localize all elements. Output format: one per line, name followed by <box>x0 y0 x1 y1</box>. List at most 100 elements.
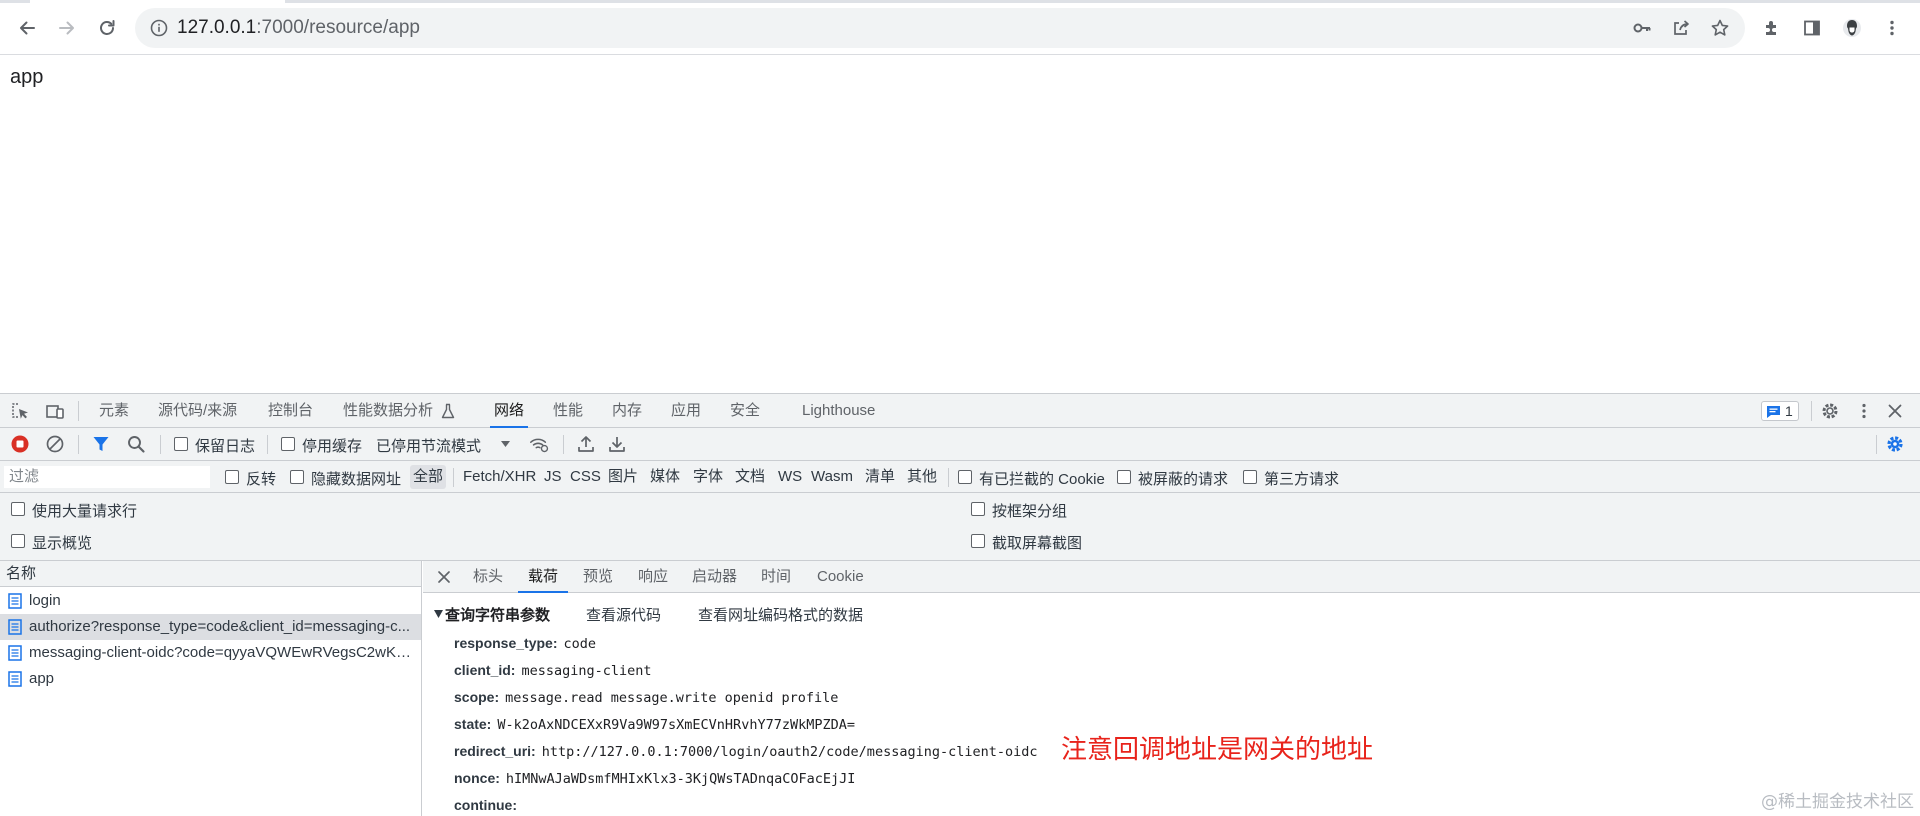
tab-preview[interactable]: 预览 <box>583 561 613 593</box>
issues-badge[interactable]: 1 <box>1761 401 1799 421</box>
tab-sources[interactable]: 源代码/来源 <box>158 394 237 428</box>
param-row: scope: message.read message.write openid … <box>454 686 838 708</box>
preserve-log-label: 保留日志 <box>195 435 255 456</box>
type-filter-ws[interactable]: WS <box>775 465 805 489</box>
tab-memory[interactable]: 内存 <box>612 394 642 428</box>
extensions-icon[interactable] <box>1756 12 1788 44</box>
type-filter-js[interactable]: JS <box>541 465 565 489</box>
type-filter-media[interactable]: 媒体 <box>647 465 683 489</box>
request-row-login[interactable]: login <box>0 588 421 614</box>
side-panel-icon[interactable] <box>1796 12 1828 44</box>
query-string-section-title[interactable]: 查询字符串参数 <box>445 604 550 625</box>
name-column-header[interactable]: 名称 <box>0 561 421 587</box>
close-detail-icon[interactable] <box>433 566 455 588</box>
type-filter-fetch-xhr[interactable]: Fetch/XHR <box>460 465 539 489</box>
request-name: login <box>29 588 413 614</box>
tab-console[interactable]: 控制台 <box>268 394 313 428</box>
star-icon[interactable] <box>1710 18 1730 38</box>
divider <box>453 468 454 487</box>
more-options-icon[interactable] <box>1853 400 1875 422</box>
devtools-panel: 元素 源代码/来源 控制台 性能数据分析 网络 性能 内存 应用 安全 Ligh… <box>0 393 1920 816</box>
type-filter-other[interactable]: 其他 <box>904 465 940 489</box>
forward-icon[interactable] <box>51 12 83 44</box>
tab-payload[interactable]: 载荷 <box>528 561 558 593</box>
address-bar[interactable]: 127.0.0.1:7000/resource/app <box>135 8 1745 48</box>
param-key: scope: <box>454 689 499 705</box>
tab-network[interactable]: 网络 <box>494 394 524 428</box>
group-by-frame-checkbox[interactable] <box>971 502 985 516</box>
view-url-encoded-link[interactable]: 查看网址编码格式的数据 <box>698 604 863 625</box>
view-source-link[interactable]: 查看源代码 <box>586 604 661 625</box>
network-conditions-icon[interactable] <box>528 433 550 455</box>
document-icon <box>8 619 22 635</box>
capture-screenshots-checkbox[interactable] <box>971 534 985 548</box>
share-icon[interactable] <box>1671 18 1691 38</box>
url-text[interactable]: 127.0.0.1:7000/resource/app <box>177 17 420 39</box>
key-icon[interactable] <box>1632 18 1652 38</box>
tab-security[interactable]: 安全 <box>730 394 760 428</box>
blocked-cookies-checkbox[interactable] <box>958 470 972 484</box>
type-filter-doc[interactable]: 文档 <box>732 465 768 489</box>
url-path: :7000/resource/app <box>256 17 420 38</box>
show-overview-checkbox[interactable] <box>11 534 25 548</box>
tab-lighthouse[interactable]: Lighthouse <box>802 394 875 428</box>
param-row: client_id:messaging-client <box>454 659 652 681</box>
third-party-checkbox[interactable] <box>1243 470 1257 484</box>
type-filter-font[interactable]: 字体 <box>690 465 726 489</box>
device-toolbar-icon[interactable] <box>44 400 66 422</box>
param-value: message.read message.write openid profil… <box>505 690 838 706</box>
tab-response[interactable]: 响应 <box>638 561 668 593</box>
page-content: app <box>0 56 1920 393</box>
preserve-log-checkbox[interactable] <box>174 437 188 451</box>
avatar[interactable] <box>1836 12 1868 44</box>
triangle-expand-icon[interactable] <box>434 610 443 618</box>
info-icon[interactable] <box>149 18 169 38</box>
request-name: app <box>29 666 413 692</box>
throttling-select[interactable]: 已停用节流模式 <box>376 435 481 456</box>
close-devtools-icon[interactable] <box>1884 400 1906 422</box>
network-settings-gear-icon[interactable] <box>1884 433 1906 455</box>
hide-data-urls-checkbox[interactable] <box>290 470 304 484</box>
chevron-down-icon[interactable] <box>500 440 511 448</box>
type-filter-manifest[interactable]: 清单 <box>862 465 898 489</box>
disable-cache-checkbox[interactable] <box>281 437 295 451</box>
blocked-requests-checkbox[interactable] <box>1117 470 1131 484</box>
type-filter-css[interactable]: CSS <box>567 465 604 489</box>
param-key: redirect_uri: <box>454 743 536 759</box>
tab-application[interactable]: 应用 <box>671 394 701 428</box>
type-filter-wasm[interactable]: Wasm <box>808 465 856 489</box>
tab-performance[interactable]: 性能 <box>553 394 583 428</box>
tab-initiator[interactable]: 启动器 <box>692 561 737 593</box>
show-overview-label: 显示概览 <box>32 532 92 553</box>
tab-elements[interactable]: 元素 <box>99 394 129 428</box>
type-filter-img[interactable]: 图片 <box>605 465 641 489</box>
request-row-app[interactable]: app <box>0 666 421 692</box>
tab-headers[interactable]: 标头 <box>473 561 503 593</box>
detail-tabbar: 标头 载荷 预览 响应 启动器 时间 Cookie <box>423 561 1920 593</box>
inspect-element-icon[interactable] <box>9 400 31 422</box>
request-row-authorize[interactable]: authorize?response_type=code&client_id=m… <box>0 614 421 640</box>
param-row: continue: <box>454 794 523 816</box>
back-icon[interactable] <box>11 12 43 44</box>
document-icon <box>8 671 22 687</box>
tab-timing[interactable]: 时间 <box>761 561 791 593</box>
menu-icon[interactable] <box>1876 12 1908 44</box>
settings-gear-icon[interactable] <box>1819 400 1841 422</box>
invert-checkbox[interactable] <box>225 470 239 484</box>
filter-icon[interactable] <box>90 433 112 455</box>
active-tab[interactable] <box>30 0 285 3</box>
record-stop-icon[interactable] <box>9 433 31 455</box>
reload-icon[interactable] <box>91 12 123 44</box>
export-har-icon[interactable] <box>606 433 628 455</box>
request-name: authorize?response_type=code&client_id=m… <box>29 614 413 640</box>
tab-performance-insights[interactable]: 性能数据分析 <box>343 394 433 428</box>
type-filter-all[interactable]: 全部 <box>410 465 446 489</box>
filter-input[interactable]: 过滤 <box>4 466 210 488</box>
request-row-messaging-client-oidc[interactable]: messaging-client-oidc?code=qyyaVQWEwRVeg… <box>0 640 421 666</box>
param-value: hIMNwAJaWDsmfMHIxKlx3-3KjQWsTADnqaCOFacE… <box>506 771 856 787</box>
tab-cookies[interactable]: Cookie <box>817 561 864 593</box>
search-icon[interactable] <box>125 433 147 455</box>
clear-icon[interactable] <box>44 433 66 455</box>
large-rows-checkbox[interactable] <box>11 502 25 516</box>
import-har-icon[interactable] <box>575 433 597 455</box>
